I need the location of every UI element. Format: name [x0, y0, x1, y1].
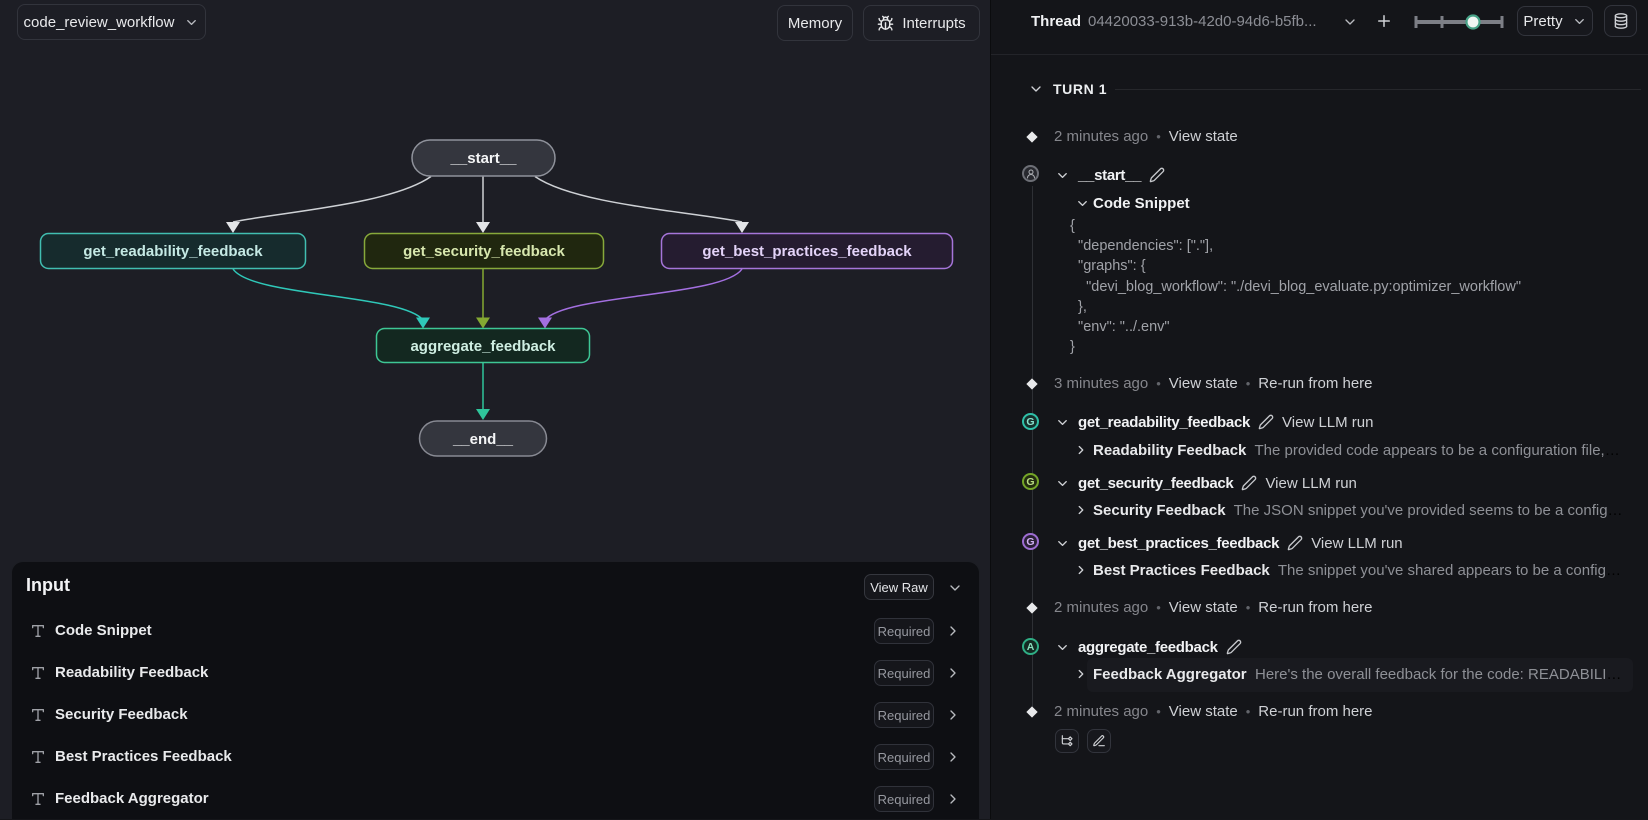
svg-text:aggregate_feedback: aggregate_feedback — [410, 338, 556, 355]
svg-text:get_best_practices_feedback: get_best_practices_feedback — [702, 243, 912, 260]
svg-text:__end__: __end__ — [452, 431, 514, 448]
svg-text:get_readability_feedback: get_readability_feedback — [83, 243, 263, 260]
svg-text:__start__: __start__ — [450, 150, 518, 167]
svg-text:get_security_feedback: get_security_feedback — [403, 243, 565, 260]
